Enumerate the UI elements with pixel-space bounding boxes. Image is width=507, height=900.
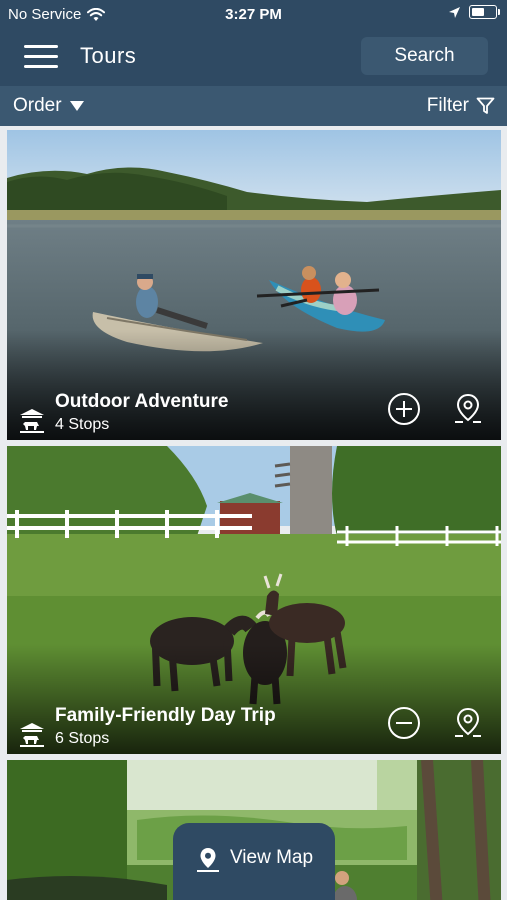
- tour-stops: 6 Stops: [55, 730, 110, 747]
- location-arrow-icon: [449, 6, 460, 18]
- filter-button[interactable]: Filter: [427, 95, 495, 117]
- tour-card-outdoor-adventure[interactable]: Outdoor Adventure 4 Stops: [7, 130, 501, 440]
- status-time: 3:27 PM: [225, 6, 282, 23]
- page-title: Tours: [80, 43, 137, 68]
- hamburger-icon: [24, 45, 58, 48]
- card-info: Family-Friendly Day Trip 6 Stops: [19, 705, 276, 748]
- sort-filter-bar: Order Filter: [0, 86, 507, 126]
- farm-tour-icon: [20, 409, 44, 433]
- status-bar: No Service 3:27 PM: [0, 0, 507, 30]
- tour-list[interactable]: Outdoor Adventure 4 Stops Family-Friendl…: [0, 126, 507, 900]
- map-pin-icon[interactable]: [451, 392, 485, 426]
- status-right: [448, 5, 500, 19]
- tour-stops: 4 Stops: [55, 416, 110, 433]
- card-text: Outdoor Adventure 4 Stops: [55, 391, 228, 434]
- card-actions: [387, 706, 485, 740]
- menu-button[interactable]: [24, 43, 60, 71]
- hamburger-icon-line: [24, 65, 58, 68]
- filter-label: Filter: [426, 95, 469, 116]
- app-header: Tours Search: [0, 30, 507, 86]
- map-pin-icon: [196, 848, 219, 872]
- view-map-label: View Map: [229, 847, 314, 868]
- card-text: Family-Friendly Day Trip 6 Stops: [55, 705, 276, 748]
- order-label: Order: [13, 95, 62, 116]
- tour-card-family-friendly-day-trip[interactable]: Family-Friendly Day Trip 6 Stops: [7, 446, 501, 754]
- view-map-button[interactable]: View Map: [173, 823, 335, 900]
- farm-tour-icon: [20, 723, 44, 747]
- tour-title: Outdoor Adventure: [55, 391, 229, 412]
- caret-down-icon: [69, 101, 84, 111]
- remove-circle-icon[interactable]: [387, 706, 421, 740]
- add-circle-icon[interactable]: [387, 392, 421, 426]
- card-info: Outdoor Adventure 4 Stops: [19, 391, 228, 434]
- hamburger-icon-line: [24, 55, 58, 58]
- tour-title: Family-Friendly Day Trip: [55, 705, 276, 726]
- card-actions: [387, 392, 485, 426]
- search-button[interactable]: Search: [361, 37, 488, 75]
- filter-icon: [476, 97, 495, 114]
- order-dropdown[interactable]: Order: [13, 95, 84, 117]
- map-pin-icon[interactable]: [451, 706, 485, 740]
- battery-icon: [469, 5, 500, 19]
